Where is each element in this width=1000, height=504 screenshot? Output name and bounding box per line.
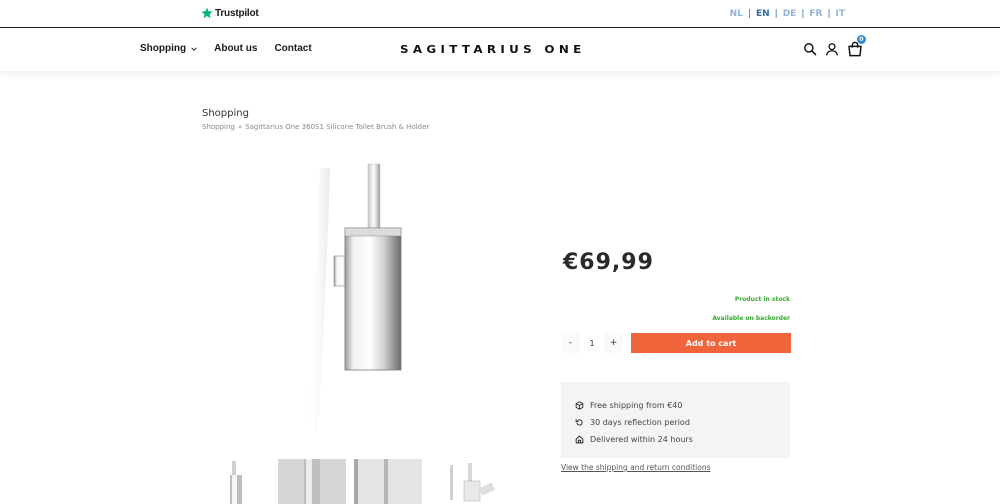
usp-text: 30 days reflection period [590,418,690,427]
nav-shopping[interactable]: Shopping [140,43,197,54]
top-bar: Trustpilot NL | EN | DE | FR | IT [0,0,1000,27]
stock-status: Product in stock [734,296,790,303]
quantity-increase-button[interactable]: + [604,333,623,353]
shipping-conditions-link[interactable]: View the shipping and return conditions [561,463,711,472]
product-image[interactable] [260,148,440,448]
language-switcher: NL | EN | DE | FR | IT [725,9,850,19]
breadcrumb-current: Sagittarius One 360S1 Silicone Toilet Br… [245,123,430,131]
usp-box: Free shipping from €40 30 days reflectio… [561,382,790,458]
add-to-cart-button[interactable]: Add to cart [631,333,791,353]
lang-it[interactable]: IT [831,9,851,19]
quantity-input[interactable] [580,333,604,353]
usp-text: Free shipping from €40 [590,401,683,410]
quantity-decrease-button[interactable]: - [561,333,580,353]
breadcrumb-separator: » [237,123,243,131]
backorder-status: Available on backorder [712,315,790,322]
thumbnail-1[interactable] [202,459,270,504]
account-icon[interactable] [825,42,839,56]
main-nav: Shopping About us Contact [140,43,312,54]
product-price: €69,99 [563,250,654,275]
nav-about[interactable]: About us [214,43,257,54]
breadcrumb: Shopping » Sagittarius One 360S1 Silicon… [202,123,429,131]
nav-shopping-label: Shopping [140,43,187,54]
header-icons: 0 [803,35,866,57]
thumbnail-3[interactable] [354,459,422,504]
home-icon [575,435,584,444]
usp-item: Delivered within 24 hours [575,431,776,448]
quantity-stepper: - + [561,333,623,353]
thumbnail-strip [202,459,498,504]
trustpilot-logo[interactable]: Trustpilot [201,7,259,19]
thumbnail-2[interactable] [278,459,346,504]
search-icon[interactable] [803,42,817,56]
cart-count-badge: 0 [857,35,866,44]
lang-de[interactable]: DE [778,9,802,19]
usp-item: Free shipping from €40 [575,397,776,414]
usp-item: 30 days reflection period [575,414,776,431]
trustpilot-star-icon [201,7,213,19]
breadcrumb-link-shopping[interactable]: Shopping [202,123,235,131]
trustpilot-label: Trustpilot [215,7,259,19]
page-title: Shopping [202,108,249,119]
nav-contact[interactable]: Contact [274,43,311,54]
return-icon [575,419,583,426]
brand-logo[interactable]: SAGITTARIUS ONE [400,43,586,56]
main-header: Shopping About us Contact SAGITTARIUS ON… [0,28,1000,71]
thumbnail-4[interactable] [430,459,498,504]
lang-fr[interactable]: FR [804,9,827,19]
lang-en[interactable]: EN [751,9,775,19]
chevron-down-icon [191,46,197,51]
cart-button[interactable]: 0 [847,35,866,57]
lang-nl[interactable]: NL [725,9,748,19]
usp-text: Delivered within 24 hours [590,435,693,444]
package-icon [575,401,584,410]
